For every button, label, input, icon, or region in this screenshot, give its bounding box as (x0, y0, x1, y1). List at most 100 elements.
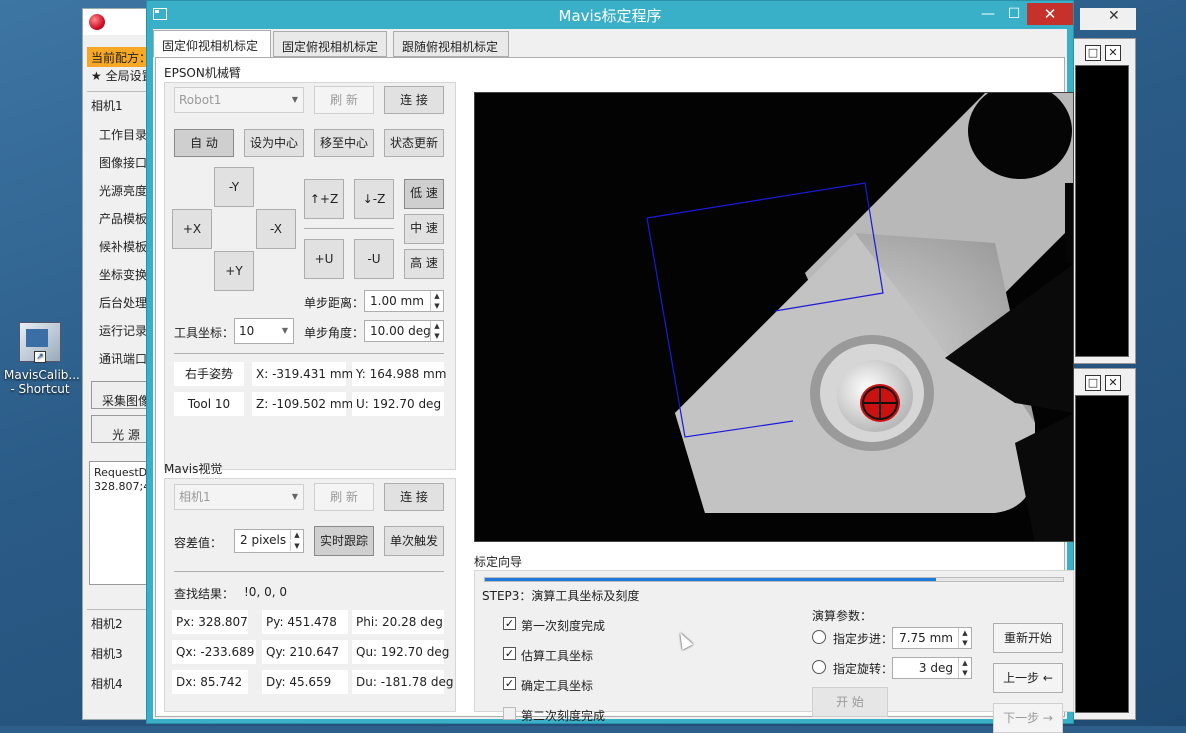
spin-up-icon[interactable]: ▲ (958, 628, 971, 638)
camera2-header[interactable]: 相机2 (91, 615, 123, 632)
vision-connect-button[interactable]: 连 接 (384, 483, 444, 511)
single-trigger-button[interactable]: 单次触发 (384, 526, 444, 556)
jog-minus-u-button[interactable]: -U (354, 239, 394, 279)
close-button[interactable]: ✕ (1027, 3, 1073, 25)
vision-refresh-button[interactable]: 刷 新 (314, 483, 374, 511)
move-to-center-button[interactable]: 移至中心 (314, 129, 374, 157)
bg-item-2[interactable]: 光源亮度 (99, 182, 147, 199)
close-icon[interactable]: ✕ (1108, 8, 1120, 24)
tool-coord-select[interactable]: 10 ▼ (234, 318, 294, 344)
check-second-scale-label: 第二次刻度完成 (521, 709, 606, 723)
camera4-header[interactable]: 相机4 (91, 675, 123, 692)
camera-select[interactable]: 相机1 ▼ (174, 484, 304, 510)
high-speed-button[interactable]: 高 速 (404, 249, 444, 279)
maximize-button[interactable]: ☐ (999, 3, 1029, 25)
camera-feed-graphic (475, 93, 1073, 541)
check-second-scale[interactable] (503, 707, 516, 720)
spin-down-icon[interactable]: ▼ (290, 541, 303, 551)
spin-up-icon[interactable]: ▲ (958, 658, 971, 668)
spin-down-icon[interactable]: ▼ (430, 301, 443, 311)
tab-fixed-downward[interactable]: 固定俯视相机标定 (273, 31, 387, 57)
spin-down-icon[interactable]: ▼ (958, 668, 971, 678)
bg-item-8[interactable]: 通讯端口 (99, 350, 147, 367)
phi-value: Phi: 20.28 deg (352, 610, 444, 634)
jog-minus-x-button[interactable]: -X (256, 209, 296, 249)
rotate-spinner[interactable]: 3 deg ▲ ▼ (892, 657, 972, 679)
spin-up-icon[interactable]: ▲ (290, 530, 303, 540)
jog-plus-x-button[interactable]: +X (172, 209, 212, 249)
tolerance-spinner[interactable]: 2 pixels ▲ ▼ (234, 529, 304, 553)
step-angle-label: 单步角度： (304, 326, 365, 340)
robot-section-title: EPSON机械臂 (164, 66, 241, 80)
result-value: !0, 0, 0 (244, 585, 287, 599)
next-step-button[interactable]: 下一步 → (993, 703, 1063, 733)
divider (174, 353, 444, 354)
camera-select-value: 相机1 (179, 490, 211, 504)
auto-button[interactable]: 自 动 (174, 129, 234, 157)
camera-view-window: □ ✕ (1066, 368, 1136, 720)
desktop-shortcut[interactable]: ↗ MavisCalib... - Shortcut (4, 322, 80, 396)
jog-down-z-button[interactable]: ↓-Z (354, 179, 394, 219)
bg-item-1[interactable]: 图像接口 (99, 154, 147, 171)
wizard-step-text: STEP3：演算工具坐标及刻度 (482, 589, 640, 603)
radio-step-in[interactable] (812, 630, 826, 644)
robot-refresh-button[interactable]: 刷 新 (314, 86, 374, 114)
spin-down-icon[interactable]: ▼ (958, 638, 971, 648)
jog-plus-u-button[interactable]: +U (304, 239, 344, 279)
maximize-icon[interactable]: □ (1085, 375, 1101, 391)
robot-u-value: U: 192.70 deg (352, 392, 444, 416)
global-settings-item[interactable]: ★ 全局设置 (91, 67, 154, 84)
py-value: Py: 451.478 (262, 610, 348, 634)
restart-button[interactable]: 重新开始 (993, 623, 1063, 653)
bg-item-7[interactable]: 运行记录 (99, 322, 147, 339)
spin-up-icon[interactable]: ▲ (430, 321, 443, 331)
robot-select[interactable]: Robot1 ▼ (174, 87, 304, 113)
step-in-spinner[interactable]: 7.75 mm ▲ ▼ (892, 627, 972, 649)
camera3-header[interactable]: 相机3 (91, 645, 123, 662)
jog-up-z-button[interactable]: ↑+Z (304, 179, 344, 219)
jog-minus-y-button[interactable]: -Y (214, 167, 254, 207)
bg-item-0[interactable]: 工作目录 (99, 126, 147, 143)
wizard-group: STEP3：演算工具坐标及刻度 ✓ 第一次刻度完成 ✓ 估算工具坐标 ✓ 确定工… (474, 570, 1074, 733)
start-button[interactable]: 开 始 (812, 687, 888, 717)
step-distance-spinner[interactable]: 1.00 mm ▲ ▼ (364, 290, 444, 312)
check-estimate-tool[interactable]: ✓ (503, 647, 516, 660)
status-update-button[interactable]: 状态更新 (384, 129, 444, 157)
chevron-down-icon: ▼ (281, 326, 288, 335)
tab-fixed-upward[interactable]: 固定仰视相机标定 (153, 30, 271, 58)
bg-item-3[interactable]: 产品模板 (99, 210, 147, 227)
vision-group: 相机1 ▼ 刷 新 连 接 容差值： 2 pixels ▲ ▼ 实时跟踪 单次触发 查… (164, 478, 456, 712)
camera1-header[interactable]: 相机1 (91, 97, 123, 114)
previous-step-button[interactable]: 上一步 ← (993, 663, 1063, 693)
radio-rotate[interactable] (812, 660, 826, 674)
maximize-icon[interactable]: □ (1085, 45, 1101, 61)
jog-plus-y-button[interactable]: +Y (214, 251, 254, 291)
close-icon[interactable]: ✕ (1105, 45, 1121, 61)
robot-z-value: Z: -109.502 mm (252, 392, 353, 416)
low-speed-button[interactable]: 低 速 (404, 179, 444, 209)
bg-item-5[interactable]: 坐标变换 (99, 266, 147, 283)
bg-item-4[interactable]: 候补模板 (99, 238, 147, 255)
step-in-value: 7.75 mm (899, 631, 953, 645)
robot-group: Robot1 ▼ 刷 新 连 接 自 动 设为中心 移至中心 状态更新 -Y +X… (164, 82, 456, 470)
spin-up-icon[interactable]: ▲ (430, 291, 443, 301)
step-angle-spinner[interactable]: 10.00 deg ▲ ▼ (364, 320, 444, 342)
rotate-label: 指定旋转： (833, 662, 894, 676)
check-confirm-tool[interactable]: ✓ (503, 677, 516, 690)
chevron-down-icon: ▼ (291, 492, 298, 501)
check-first-scale[interactable]: ✓ (503, 617, 516, 630)
wizard-title: 标定向导 (474, 555, 523, 569)
app-shortcut-icon: ↗ (19, 322, 61, 363)
camera-image[interactable] (474, 92, 1074, 542)
vision-section-title: Mavis视觉 (164, 462, 223, 476)
set-center-button[interactable]: 设为中心 (244, 129, 304, 157)
tab-following-downward[interactable]: 跟随俯视相机标定 (393, 31, 509, 57)
live-track-button[interactable]: 实时跟踪 (314, 526, 374, 556)
mid-speed-button[interactable]: 中 速 (404, 214, 444, 244)
robot-connect-button[interactable]: 连 接 (384, 86, 444, 114)
bg-item-6[interactable]: 后台处理 (99, 294, 147, 311)
spin-down-icon[interactable]: ▼ (430, 331, 443, 341)
wizard-progress-bar (484, 577, 1064, 582)
titlebar: Mavis标定程序 — ☐ ✕ (147, 1, 1073, 29)
close-icon[interactable]: ✕ (1105, 375, 1121, 391)
